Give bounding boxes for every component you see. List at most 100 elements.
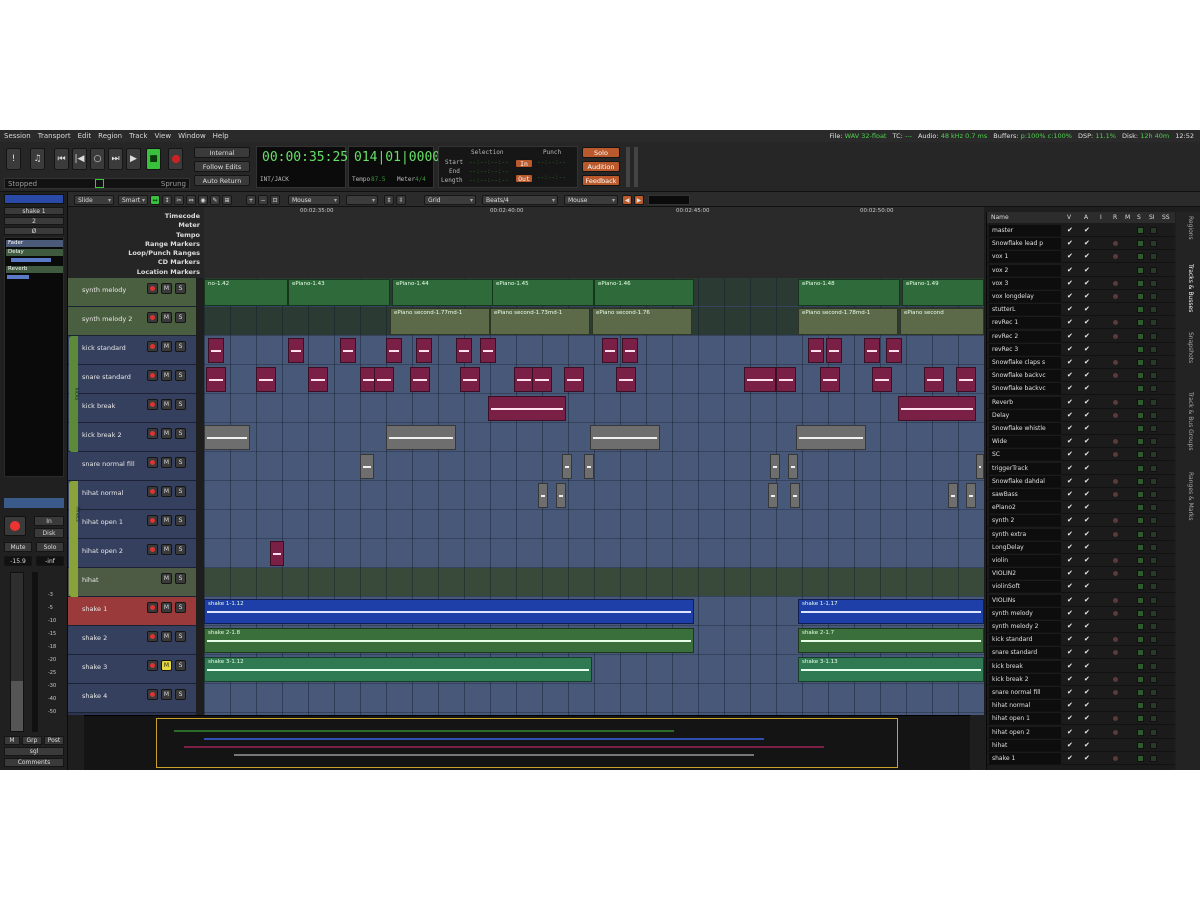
solo-isolate-icon[interactable] [1137, 306, 1144, 314]
region[interactable]: ePiano second-1.73md-1 [490, 308, 590, 335]
region[interactable] [514, 367, 534, 392]
tracklist-row[interactable]: synth extra ✔ ✔ [987, 528, 1175, 541]
visible-check-icon[interactable]: ✔ [1067, 477, 1073, 485]
track-solo-button[interactable]: S [175, 428, 186, 439]
track-solo-button[interactable]: S [175, 312, 186, 323]
solo-safe-icon[interactable] [1150, 623, 1157, 630]
track-name[interactable]: hihat [82, 576, 99, 584]
tracklist-col-header[interactable]: V [1067, 214, 1071, 221]
region[interactable] [808, 338, 824, 363]
solo-safe-icon[interactable] [1150, 332, 1157, 340]
solo-isolate-icon[interactable] [1137, 345, 1144, 353]
tracklist-name[interactable]: snare standard [989, 647, 1061, 659]
track-solo-button[interactable]: S [175, 573, 186, 584]
region[interactable] [288, 338, 304, 363]
track-mute-button[interactable]: M [161, 428, 172, 439]
active-check-icon[interactable]: ✔ [1084, 358, 1090, 366]
track-header[interactable]: shake 4 MS [68, 684, 196, 713]
track-solo-button[interactable]: S [175, 399, 186, 410]
solo-safe-icon[interactable] [1150, 755, 1157, 762]
tracklist-name[interactable]: triggerTrack [989, 462, 1061, 474]
track-rec-button[interactable] [147, 283, 158, 294]
region[interactable] [386, 338, 402, 363]
region[interactable]: ePiano-1.46 [594, 279, 694, 306]
tracklist-row[interactable]: Snowflake backvc ✔ ✔ [987, 382, 1175, 396]
region[interactable]: shake 2-1.7 [798, 628, 984, 653]
visible-check-icon[interactable]: ✔ [1067, 411, 1073, 419]
tracklist-row[interactable]: kick standard ✔ ✔ [987, 633, 1175, 647]
tracklist-name[interactable]: vox 1 [989, 251, 1061, 263]
rec-state-icon[interactable] [1113, 412, 1118, 418]
track-solo-button[interactable]: S [175, 544, 186, 555]
active-check-icon[interactable]: ✔ [1084, 675, 1090, 683]
track-name[interactable]: synth melody [82, 286, 126, 294]
menu-session[interactable]: Session [4, 132, 31, 140]
tracklist-row[interactable]: Snowflake backvc ✔ ✔ [987, 369, 1175, 383]
track-name[interactable]: shake 1 [82, 605, 107, 613]
punch-out-button[interactable]: Out [515, 174, 533, 183]
plugin-fader[interactable]: Fader [6, 240, 63, 247]
active-check-icon[interactable]: ✔ [1084, 318, 1090, 326]
region[interactable] [584, 454, 594, 479]
tracklist-row[interactable]: Wide ✔ ✔ [987, 435, 1175, 449]
track-header[interactable]: kick break M S [68, 394, 196, 423]
editor-canvas[interactable]: no-1.42 ePiano-1.43 ePiano-1.44 ePiano-1.45… [204, 278, 984, 715]
tracklist-name[interactable]: Snowflake lead p [989, 238, 1061, 250]
solo-safe-icon[interactable] [1150, 689, 1157, 696]
visible-check-icon[interactable]: ✔ [1067, 648, 1073, 656]
visible-check-icon[interactable]: ✔ [1067, 714, 1073, 722]
solo-strip-button[interactable]: Solo [36, 542, 64, 552]
tracklist-row[interactable]: kick break ✔ ✔ [987, 660, 1175, 673]
pencil-tool-icon[interactable]: ✎ [210, 195, 220, 205]
solo-safe-icon[interactable] [1150, 293, 1157, 300]
rec-state-icon[interactable] [1113, 492, 1118, 497]
solo-safe-icon[interactable] [1150, 596, 1157, 604]
plugin-delay[interactable]: Delay [6, 249, 63, 256]
track-header[interactable]: snare standard M S [68, 365, 196, 394]
tracklist-name[interactable]: VIOLIN2 [989, 568, 1061, 580]
region[interactable] [776, 367, 796, 392]
track-solo-button[interactable]: S [175, 689, 186, 700]
meter-point-button[interactable]: M [4, 736, 20, 745]
visible-check-icon[interactable]: ✔ [1067, 332, 1073, 340]
tracklist-row[interactable]: triggerTrack ✔ ✔ [987, 462, 1175, 475]
track-rec-button[interactable] [147, 631, 158, 642]
region[interactable] [562, 454, 572, 479]
tracklist-name[interactable]: Snowflake backvc [989, 383, 1061, 395]
menu-region[interactable]: Region [98, 132, 122, 140]
solo-isolate-icon[interactable] [1137, 623, 1144, 630]
tracklist-name[interactable]: synth melody [989, 607, 1061, 619]
solo-safe-icon[interactable] [1150, 464, 1157, 472]
rec-state-icon[interactable] [1113, 320, 1118, 326]
solo-isolate-icon[interactable] [1137, 583, 1144, 591]
active-check-icon[interactable]: ✔ [1084, 648, 1090, 656]
pan-slider[interactable] [4, 498, 64, 508]
region[interactable] [602, 338, 618, 363]
tracklist-row[interactable]: vox 1 ✔ ✔ [987, 250, 1175, 264]
follow-edits-button[interactable]: Follow Edits [194, 161, 250, 172]
sidebar-tab[interactable]: Ranges & Marks [1187, 472, 1194, 521]
rec-state-icon[interactable] [1113, 241, 1118, 247]
nudge-back-icon[interactable]: ◀ [622, 195, 632, 205]
tracklist-name[interactable]: sawBass [989, 489, 1061, 500]
region[interactable]: ePiano-1.49 [902, 279, 984, 306]
rec-state-icon[interactable] [1113, 399, 1118, 405]
tracklist-name[interactable]: master [989, 225, 1061, 236]
solo-isolate-icon[interactable] [1137, 266, 1144, 274]
group-tab-hihats[interactable]: hihats [69, 481, 81, 597]
visible-check-icon[interactable]: ✔ [1067, 741, 1073, 749]
solo-safe-icon[interactable] [1150, 543, 1157, 551]
track-mute-button[interactable]: M [161, 689, 172, 700]
active-check-icon[interactable]: ✔ [1084, 714, 1090, 722]
solo-isolate-icon[interactable] [1137, 504, 1144, 512]
visible-check-icon[interactable]: ✔ [1067, 754, 1073, 762]
region[interactable] [924, 367, 944, 392]
tracklist-col-header[interactable]: SS [1162, 214, 1170, 221]
tracklist-row[interactable]: Snowflake dahdal ✔ ✔ [987, 475, 1175, 488]
tracklist-name[interactable]: snare normal fill [989, 687, 1061, 698]
visible-check-icon[interactable]: ✔ [1067, 279, 1073, 287]
region[interactable] [622, 338, 638, 363]
solo-safe-icon[interactable] [1150, 266, 1157, 274]
tracklist-row[interactable]: Reverb ✔ ✔ [987, 396, 1175, 409]
solo-isolate-icon[interactable] [1137, 359, 1144, 366]
